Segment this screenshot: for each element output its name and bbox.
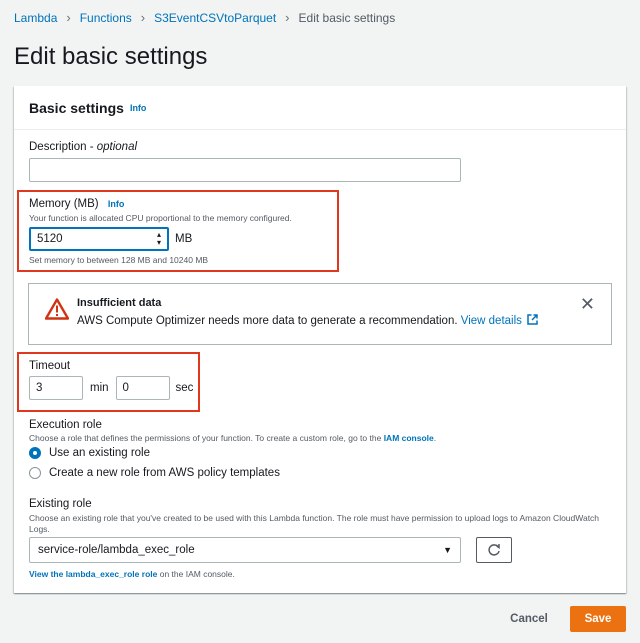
insufficient-data-alert: Insufficient data AWS Compute Optimizer … <box>28 283 612 345</box>
alert-body-text: AWS Compute Optimizer needs more data to… <box>77 315 458 327</box>
timeout-row: min sec <box>29 376 193 400</box>
panel-title: Basic settings <box>29 99 124 116</box>
memory-label-row: Memory (MB) Info <box>29 198 124 210</box>
save-button[interactable]: Save <box>570 606 626 632</box>
description-label-text: Description - <box>29 141 97 153</box>
radio-create-new-label: Create a new role from AWS policy templa… <box>49 467 280 479</box>
execution-role-help: Choose a role that defines the permissio… <box>29 433 436 443</box>
caret-down-icon: ▼ <box>443 545 452 555</box>
alert-title: Insufficient data <box>77 297 162 309</box>
radio-use-existing-role[interactable]: Use an existing role <box>29 447 150 459</box>
refresh-button[interactable] <box>476 537 512 563</box>
memory-value: 5120 <box>37 233 63 245</box>
existing-role-help: Choose an existing role that you've crea… <box>29 513 600 534</box>
timeout-min-input[interactable] <box>29 376 83 400</box>
timeout-sec-unit: sec <box>175 382 194 394</box>
timeout-min-unit: min <box>90 382 109 394</box>
panel-info-link[interactable]: Info <box>130 103 147 113</box>
external-link-icon <box>527 314 538 325</box>
breadcrumb-functions[interactable]: Functions <box>80 11 132 25</box>
spinner-icon[interactable]: ▴ ▾ <box>157 231 161 247</box>
breadcrumb-lambda[interactable]: Lambda <box>14 11 57 25</box>
existing-role-row: service-role/lambda_exec_role ▼ <box>29 537 512 563</box>
basic-settings-panel: Basic settings Info Description - option… <box>14 86 626 593</box>
timeout-label: Timeout <box>29 360 71 372</box>
memory-constraint-text: Set memory to between 128 MB and 10240 M… <box>29 255 209 265</box>
refresh-icon <box>488 544 500 556</box>
existing-role-select[interactable]: service-role/lambda_exec_role ▼ <box>29 537 461 563</box>
breadcrumb-function-name[interactable]: S3EventCSVtoParquet <box>154 11 276 25</box>
alert-body: AWS Compute Optimizer needs more data to… <box>77 314 538 327</box>
existing-role-value: service-role/lambda_exec_role <box>38 544 195 556</box>
view-role-row: View the lambda_exec_role role on the IA… <box>29 569 235 579</box>
chevron-right-icon: › <box>140 10 146 25</box>
description-label: Description - optional <box>29 141 137 153</box>
memory-unit: MB <box>175 233 193 245</box>
breadcrumb: Lambda › Functions › S3EventCSVtoParquet… <box>14 10 395 25</box>
radio-use-existing-label: Use an existing role <box>49 447 150 459</box>
breadcrumb-current: Edit basic settings <box>298 10 396 25</box>
view-details-text: View details <box>460 315 522 327</box>
execution-role-label: Execution role <box>29 419 102 431</box>
panel-header: Basic settings Info <box>14 86 626 130</box>
chevron-right-icon: › <box>285 10 290 25</box>
execution-role-help-suffix: . <box>433 433 437 443</box>
description-input[interactable] <box>29 158 461 182</box>
timeout-sec-input[interactable] <box>115 376 170 400</box>
radio-button-checked[interactable] <box>29 447 41 459</box>
radio-create-new-role[interactable]: Create a new role from AWS policy templa… <box>29 467 280 479</box>
page-title: Edit basic settings <box>14 43 208 70</box>
memory-help-text: Your function is allocated CPU proportio… <box>29 213 292 223</box>
warning-icon <box>45 298 69 320</box>
memory-input[interactable]: 5120 ▴ ▾ <box>29 227 169 251</box>
view-role-suffix: on the IAM console. <box>157 569 235 579</box>
view-role-link[interactable]: View the lambda_exec_role role <box>29 569 157 579</box>
memory-input-row: 5120 ▴ ▾ MB <box>29 227 192 251</box>
view-details-link[interactable]: View details <box>460 314 538 327</box>
iam-console-link[interactable]: IAM console <box>384 433 434 443</box>
execution-role-help-text: Choose a role that defines the permissio… <box>29 433 384 443</box>
existing-role-label: Existing role <box>29 498 92 510</box>
description-optional-text: optional <box>96 141 138 153</box>
memory-info-link[interactable]: Info <box>108 199 125 209</box>
chevron-right-icon: › <box>66 10 71 25</box>
radio-button[interactable] <box>29 467 41 479</box>
cancel-button[interactable]: Cancel <box>498 606 560 632</box>
close-icon[interactable]: ✕ <box>580 294 595 315</box>
memory-label: Memory (MB) <box>29 198 99 210</box>
